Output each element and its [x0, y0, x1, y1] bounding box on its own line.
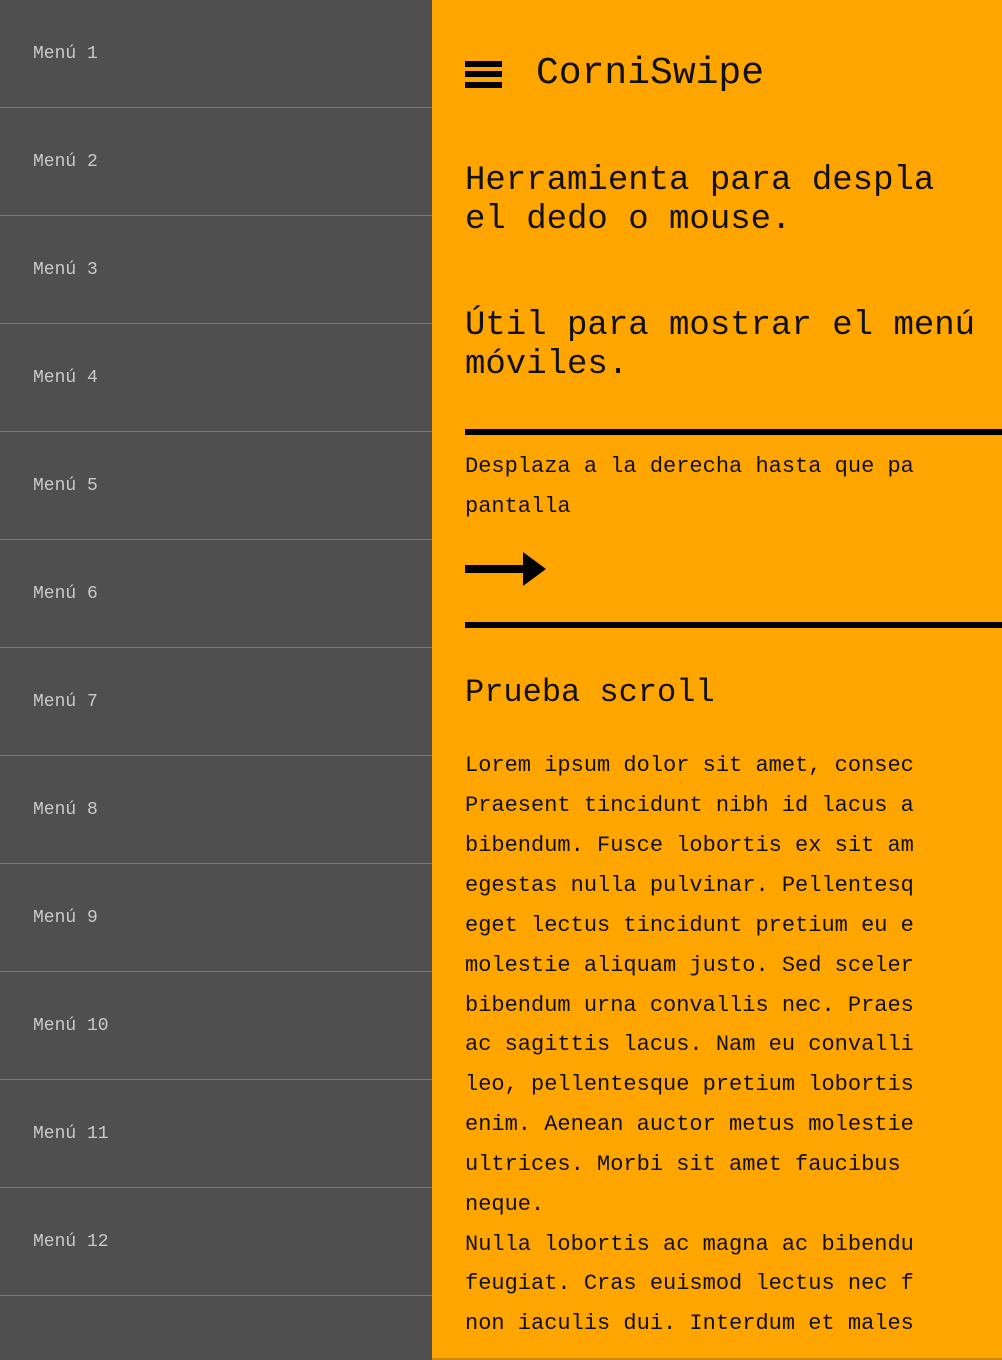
menu-item-4[interactable]: Menú 4 — [0, 324, 432, 432]
menu-item-label: Menú 9 — [33, 907, 98, 928]
use-case-heading-line-2: móviles. — [465, 346, 629, 384]
main-content[interactable]: CorniSwipe Herramienta para despla el de… — [432, 0, 1002, 1360]
menu-item-6[interactable]: Menú 6 — [0, 540, 432, 648]
lorem-line: Nulla lobortis ac magna ac bibendu — [465, 1232, 914, 1257]
instruction-line-1: Desplaza a la derecha hasta que pa — [465, 454, 914, 479]
menu-item-5[interactable]: Menú 5 — [0, 432, 432, 540]
lorem-line: bibendum. Fusce lobortis ex sit am — [465, 833, 914, 858]
menu-item-label: Menú 2 — [33, 151, 98, 172]
intro-heading-line-1: Herramienta para despla — [465, 162, 935, 200]
lorem-line: enim. Aenean auctor metus molestie — [465, 1112, 914, 1137]
lorem-line: Lorem ipsum dolor sit amet, consec — [465, 753, 914, 778]
lorem-line: non iaculis dui. Interdum et males — [465, 1311, 914, 1336]
menu-item-9[interactable]: Menú 9 — [0, 864, 432, 972]
menu-item-3[interactable]: Menú 3 — [0, 216, 432, 324]
lorem-line: bibendum urna convallis nec. Praes — [465, 993, 914, 1018]
menu-item-label: Menú 10 — [33, 1015, 109, 1036]
menu-item-7[interactable]: Menú 7 — [0, 648, 432, 756]
divider-bottom — [465, 622, 1002, 628]
menu-item-label: Menú 4 — [33, 367, 98, 388]
arrow-right-icon — [465, 552, 546, 586]
lorem-line: ultrices. Morbi sit amet faucibus — [465, 1152, 914, 1177]
intro-heading-line-2: el dedo o mouse. — [465, 201, 792, 239]
menu-item-label: Menú 7 — [33, 691, 98, 712]
hamburger-menu-icon[interactable] — [465, 58, 502, 91]
lorem-line: eget lectus tincidunt pretium eu e — [465, 913, 914, 938]
lorem-line: feugiat. Cras euismod lectus nec f — [465, 1271, 914, 1296]
divider-top — [465, 429, 1002, 435]
menu-item-label: Menú 12 — [33, 1231, 109, 1252]
menu-item-10[interactable]: Menú 10 — [0, 972, 432, 1080]
menu-item-8[interactable]: Menú 8 — [0, 756, 432, 864]
sidebar-menu: Menú 1 Menú 2 Menú 3 Menú 4 Menú 5 Menú … — [0, 0, 432, 1360]
lorem-line: molestie aliquam justo. Sed sceler — [465, 953, 914, 978]
lorem-line: egestas nulla pulvinar. Pellentesq — [465, 873, 914, 898]
menu-item-label: Menú 6 — [33, 583, 98, 604]
lorem-line: Praesent tincidunt nibh id lacus a — [465, 793, 914, 818]
instruction-line-2: pantalla — [465, 494, 571, 519]
menu-item-label: Menú 8 — [33, 799, 98, 820]
menu-item-label: Menú 3 — [33, 259, 98, 280]
menu-item-2[interactable]: Menú 2 — [0, 108, 432, 216]
menu-item-11[interactable]: Menú 11 — [0, 1080, 432, 1188]
menu-item-label: Menú 11 — [33, 1123, 109, 1144]
menu-item-1[interactable]: Menú 1 — [0, 0, 432, 108]
menu-item-label: Menú 5 — [33, 475, 98, 496]
menu-item-label: Menú 1 — [33, 43, 98, 64]
app-header: CorniSwipe — [465, 52, 764, 96]
use-case-heading-line-1: Útil para mostrar el menú — [465, 307, 976, 345]
lorem-line: leo, pellentesque pretium lobortis — [465, 1072, 914, 1097]
app-title: CorniSwipe — [536, 52, 765, 95]
lorem-line: neque. — [465, 1192, 545, 1217]
menu-item-12[interactable]: Menú 12 — [0, 1188, 432, 1296]
lorem-line: ac sagittis lacus. Nam eu convalli — [465, 1032, 914, 1057]
scroll-section-title: Prueba scroll — [465, 674, 715, 711]
